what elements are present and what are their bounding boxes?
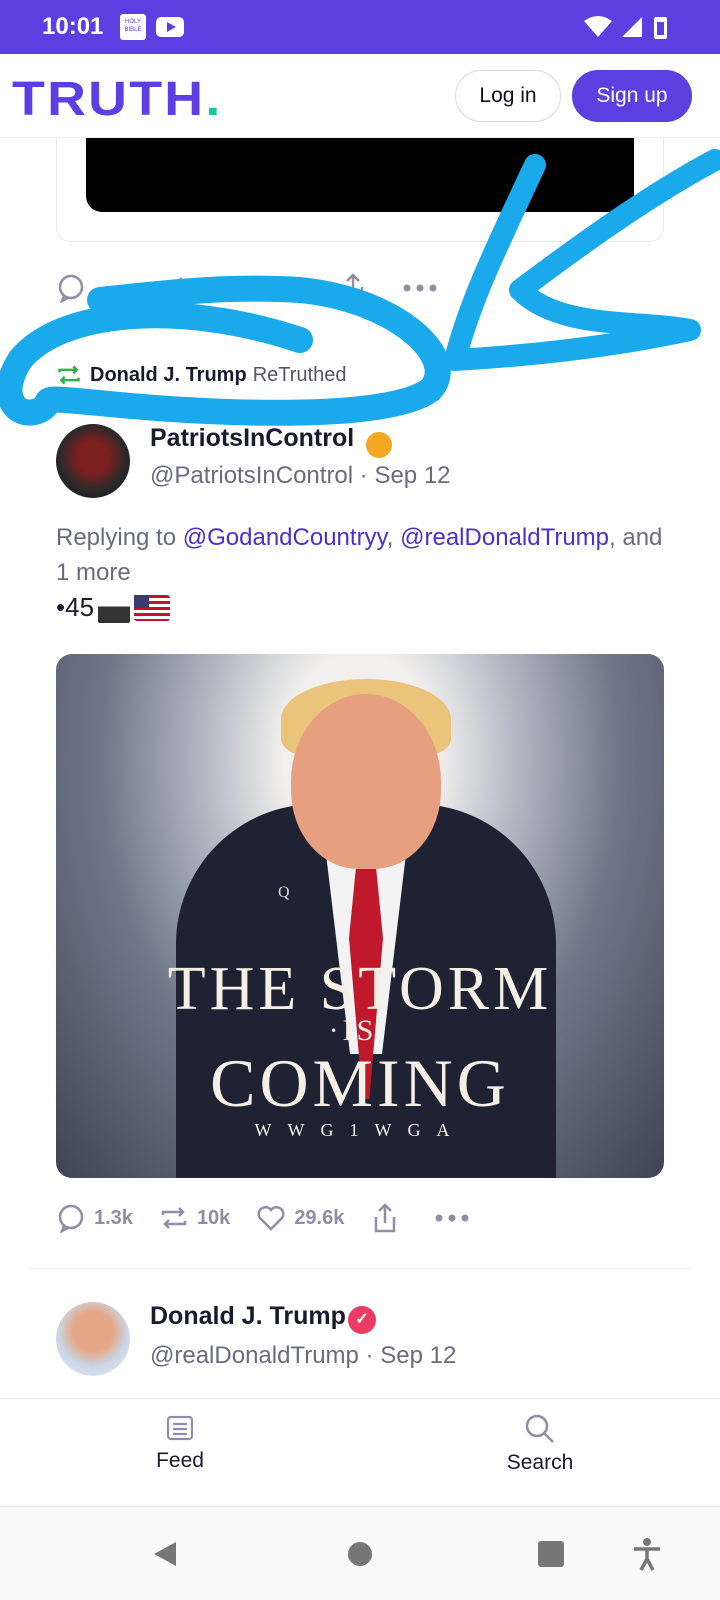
more-icon (403, 284, 437, 292)
retruth-icon (58, 365, 80, 385)
retruth-user-name[interactable]: Donald J. Trump (90, 364, 247, 387)
retruth-label: ReTruthed (252, 363, 347, 386)
feed-icon (166, 1415, 194, 1441)
nav-feed-label: Feed (156, 1449, 204, 1472)
share-button[interactable] (338, 271, 376, 305)
reply-button[interactable] (56, 273, 94, 303)
reply-icon (58, 1204, 84, 1233)
signal-icon (622, 17, 642, 37)
nav-search-label: Search (506, 1451, 574, 1474)
post-date: Sep 12 (380, 1342, 457, 1369)
lapel-letter: Q (278, 884, 290, 901)
mention-link[interactable]: @GodandCountryy (183, 524, 387, 551)
share-icon (375, 1203, 396, 1233)
status-time: 10:01 (42, 13, 104, 40)
reply-button[interactable]: 1.3k (56, 1203, 133, 1233)
accessibility-icon[interactable] (632, 1537, 662, 1571)
nav-feed[interactable]: Feed (110, 1413, 250, 1473)
recents-icon[interactable] (538, 1541, 564, 1567)
post-date: Sep 12 (374, 462, 451, 489)
signup-button[interactable]: Sign up (572, 70, 692, 122)
author-name[interactable]: Donald J. Trump (150, 1302, 346, 1331)
nav-search[interactable]: Search (470, 1413, 610, 1475)
more-button[interactable] (402, 283, 446, 293)
previous-post-media[interactable] (86, 138, 634, 212)
login-button[interactable]: Log in (455, 70, 561, 122)
retruth-icon (162, 277, 188, 299)
bottom-navigation: Feed Search (0, 1398, 720, 1506)
us-flag-emoji-icon (134, 594, 171, 621)
reply-count: 1.3k (94, 1206, 133, 1229)
retruth-indicator: Donald J. Trump ReTruthed (56, 355, 346, 395)
status-icons (584, 16, 667, 39)
reply-icon (58, 274, 84, 303)
post-image[interactable]: Q THE STORM ·IS· COMING WWG1WGA (56, 654, 664, 1178)
like-button[interactable]: 24.5k (224, 273, 312, 303)
bible-app-icon: HOLY BIBLE (120, 14, 146, 40)
mention-link[interactable]: @realDonaldTrump (400, 524, 609, 551)
app-header: TRUTH. Log in Sign up (0, 54, 720, 138)
author-handle-line: @PatriotsInControl · Sep 12 (150, 462, 451, 489)
system-navigation-bar (0, 1506, 720, 1600)
retruth-count: 10k (196, 1206, 231, 1229)
heart-icon (257, 1205, 285, 1231)
avatar[interactable] (56, 424, 130, 498)
more-icon (435, 1214, 469, 1222)
eagle-emoji-icon (98, 592, 131, 623)
image-text-line2: ·IS· (328, 1014, 392, 1047)
verified-badge-icon: ✓ (348, 1306, 376, 1334)
back-icon[interactable] (150, 1539, 180, 1569)
image-text-line3: COMING (210, 1045, 510, 1121)
author-handle[interactable]: @PatriotsInControl (150, 462, 353, 489)
more-button[interactable] (434, 1213, 478, 1223)
share-icon (342, 273, 364, 303)
author-handle[interactable]: @realDonaldTrump (150, 1342, 359, 1369)
reply-context: Replying to @GodandCountryy, @realDonald… (56, 524, 663, 586)
retruth-button[interactable] (160, 273, 198, 303)
post-divider (28, 1268, 692, 1269)
retruth-button[interactable]: 10k (159, 1203, 230, 1233)
status-bar: 10:01 HOLY BIBLE (0, 0, 720, 54)
post-text: •45 (56, 592, 171, 623)
avatar[interactable] (56, 1302, 130, 1376)
orange-badge-icon (366, 432, 392, 458)
like-count: 29.6k (294, 1206, 345, 1229)
heart-icon (225, 275, 253, 301)
retruth-icon (161, 1207, 187, 1229)
share-button[interactable] (370, 1201, 408, 1235)
wifi-icon (584, 16, 612, 37)
author-handle-line: @realDonaldTrump · Sep 12 (150, 1342, 457, 1369)
author-name[interactable]: PatriotsInControl (150, 424, 354, 453)
youtube-icon (156, 17, 184, 37)
post-actions: 1.3k 10k 29.6k (56, 1198, 504, 1238)
search-icon (525, 1414, 554, 1443)
previous-post-actions: 24.5k (56, 268, 472, 308)
like-count: 24.5k (262, 276, 313, 299)
home-icon[interactable] (347, 1541, 373, 1567)
image-text-line4: WWG1WGA (254, 1120, 466, 1140)
like-button[interactable]: 29.6k (256, 1203, 344, 1233)
truth-logo[interactable]: TRUTH. (12, 72, 223, 127)
